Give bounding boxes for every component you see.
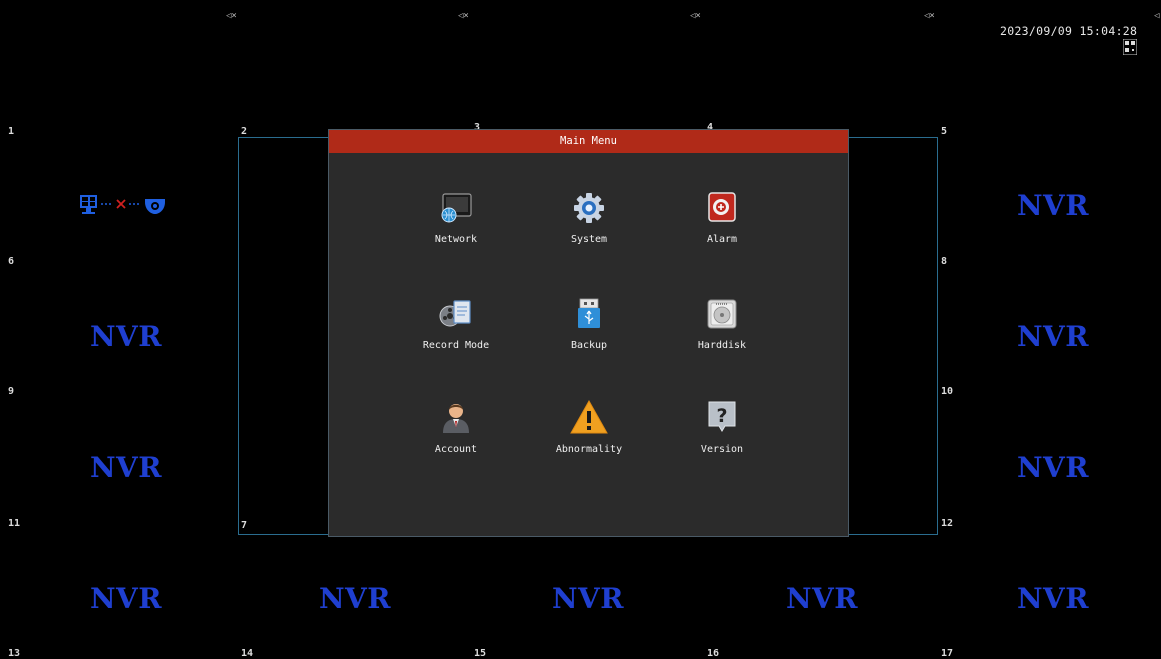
nvr-placeholder: NVR [89, 320, 163, 353]
monitor-disconnected-camera-icon [79, 193, 169, 217]
channel-number: 8 [941, 256, 948, 267]
menu-item-label: Alarm [706, 234, 738, 245]
menu-item-account[interactable]: Account [401, 400, 511, 455]
menu-item-label: System [570, 234, 608, 245]
nvr-placeholder: NVR [89, 582, 163, 615]
menu-item-label: Record Mode [422, 340, 490, 351]
speaker-muted-icon: ◁× [690, 11, 701, 21]
speaker-muted-icon: ◁× [458, 11, 469, 21]
record-mode-icon [439, 300, 471, 327]
menu-item-system[interactable]: System [534, 192, 644, 245]
alarm-icon [708, 192, 736, 222]
main-menu-dialog: Main Menu Network System Alarm Record Mo… [328, 129, 849, 537]
menu-item-label: Account [434, 444, 478, 455]
menu-item-backup[interactable]: Backup [534, 298, 644, 351]
nvr-placeholder: NVR [551, 582, 625, 615]
usb-drive-icon [578, 298, 600, 328]
channel-number: 2 [241, 126, 248, 137]
menu-item-label: Abnormality [555, 444, 623, 455]
channel-number: 5 [941, 126, 948, 137]
nvr-placeholder: NVR [1016, 320, 1090, 353]
nvr-placeholder: NVR [785, 582, 859, 615]
menu-item-network[interactable]: Network [401, 192, 511, 245]
menu-item-record-mode[interactable]: Record Mode [401, 298, 511, 351]
menu-item-label: Backup [570, 340, 608, 351]
channel-number: 15 [474, 648, 487, 659]
menu-item-version[interactable]: ? Version [667, 400, 777, 455]
channel-number: 6 [8, 256, 15, 267]
menu-item-label: Network [434, 234, 478, 245]
nvr-placeholder: NVR [1016, 189, 1090, 222]
nvr-placeholder: NVR [89, 451, 163, 484]
speaker-muted-icon: ◁× [924, 11, 935, 21]
menu-item-label: Harddisk [697, 340, 747, 351]
channel-number: 16 [707, 648, 720, 659]
channel-number: 1 [8, 126, 15, 137]
channel-number: 13 [8, 648, 21, 659]
datetime-display: 2023/09/09 15:04:28 [1000, 24, 1138, 38]
menu-item-label: Version [700, 444, 744, 455]
nvr-placeholder: NVR [318, 582, 392, 615]
channel-number: 14 [241, 648, 254, 659]
qr-code-icon[interactable] [1122, 38, 1138, 56]
gear-icon [574, 193, 604, 223]
network-icon [441, 193, 472, 223]
channel-number: 12 [941, 518, 954, 529]
svg-text:?: ? [716, 405, 727, 427]
harddisk-icon [707, 299, 737, 329]
question-icon: ? [708, 401, 736, 432]
speaker-muted-icon: ◁× [226, 11, 237, 21]
warning-icon [570, 400, 608, 434]
menu-item-abnormality[interactable]: Abnormality [534, 400, 644, 455]
speaker-muted-icon: ◁ [1154, 11, 1160, 21]
main-menu-title: Main Menu [329, 130, 848, 153]
nvr-placeholder: NVR [1016, 582, 1090, 615]
channel-number: 17 [941, 648, 954, 659]
nvr-placeholder: NVR [1016, 451, 1090, 484]
user-icon [443, 404, 469, 433]
channel-number: 11 [8, 518, 21, 529]
menu-item-alarm[interactable]: Alarm [667, 192, 777, 245]
channel-number: 9 [8, 386, 15, 397]
channel-number: 10 [941, 386, 954, 397]
menu-item-harddisk[interactable]: Harddisk [667, 298, 777, 351]
